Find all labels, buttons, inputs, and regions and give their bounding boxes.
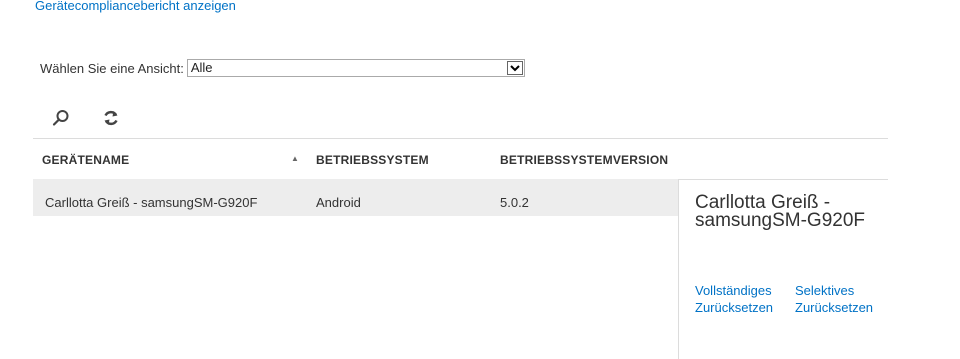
selective-wipe-line2: Zurücksetzen <box>795 300 874 315</box>
table-header: GERÄTENAME ▲ BETRIEBSSYSTEM BETRIEBSSYST… <box>33 138 888 180</box>
cell-device-name: Carllotta Greiß - samsungSM-G920F <box>45 195 258 210</box>
chevron-down-icon[interactable] <box>506 61 523 75</box>
column-header-os-version[interactable]: BETRIEBSSYSTEMVERSION <box>500 153 668 167</box>
detail-pane: Carllotta Greiß - samsungSM-G920F Vollst… <box>678 179 889 359</box>
view-select[interactable]: Alle <box>186 59 525 77</box>
search-icon <box>52 110 69 126</box>
cell-os-version: 5.0.2 <box>500 195 529 210</box>
device-table: GERÄTENAME ▲ BETRIEBSSYSTEM BETRIEBSSYST… <box>33 138 888 359</box>
column-header-device-name[interactable]: GERÄTENAME <box>42 153 129 167</box>
selective-wipe-link[interactable]: Selektives Zurücksetzen <box>795 282 873 316</box>
view-selector-label: Wählen Sie eine Ansicht: <box>40 60 184 76</box>
refresh-icon <box>104 110 118 126</box>
full-wipe-line2: Zurücksetzen <box>695 300 774 315</box>
sort-ascending-icon: ▲ <box>291 154 300 163</box>
detail-title: Carllotta Greiß - samsungSM-G920F <box>695 192 866 231</box>
view-select-value: Alle <box>190 60 213 75</box>
table-row[interactable]: Carllotta Greiß - samsungSM-G920F Androi… <box>33 179 678 216</box>
device-compliance-report-link[interactable]: Gerätecompliancebericht anzeigen <box>35 0 236 13</box>
full-wipe-link[interactable]: Vollständiges Zurücksetzen <box>695 282 791 316</box>
full-wipe-line1: Vollständiges <box>695 283 772 298</box>
refresh-button[interactable] <box>100 108 122 128</box>
selective-wipe-line1: Selektives <box>795 283 855 298</box>
toolbar <box>50 108 122 128</box>
view-selector-row: Wählen Sie eine Ansicht: Alle <box>40 59 525 77</box>
search-button[interactable] <box>50 108 72 128</box>
column-header-os[interactable]: BETRIEBSSYSTEM <box>316 153 429 167</box>
detail-actions: Vollständiges Zurücksetzen Selektives Zu… <box>695 282 873 316</box>
cell-os: Android <box>316 195 361 210</box>
